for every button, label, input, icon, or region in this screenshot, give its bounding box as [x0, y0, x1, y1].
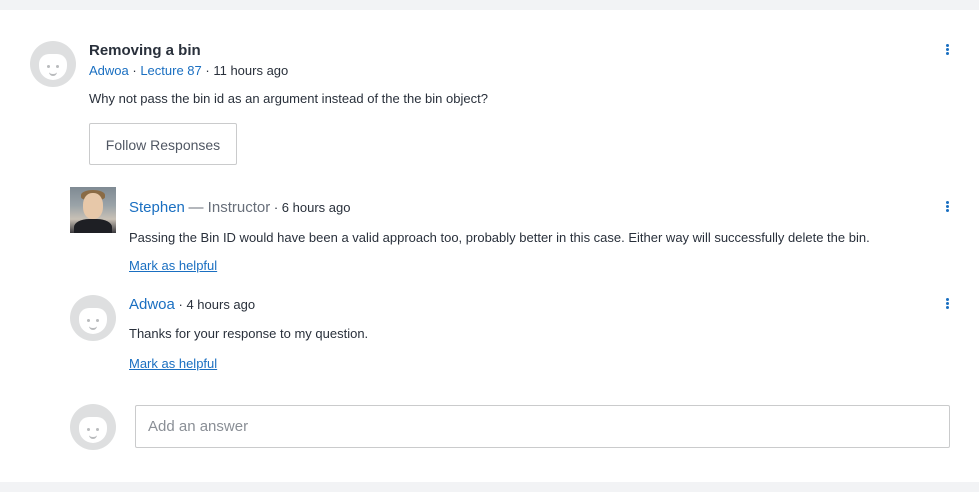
meta-separator: ·	[273, 200, 282, 215]
response-2-mark-helpful-link[interactable]: Mark as helpful	[129, 356, 217, 371]
response-2-body: Thanks for your response to my question.	[129, 326, 369, 341]
default-avatar-icon	[79, 308, 107, 334]
response-1-time: 6 hours ago	[281, 200, 351, 215]
response-2-author-avatar[interactable]	[70, 295, 116, 341]
question-body: Why not pass the bin id as an argument i…	[89, 91, 488, 106]
question-meta: Adwoa · Lecture 87 · 11 hours ago	[89, 63, 288, 78]
default-avatar-icon	[39, 54, 67, 80]
question-author-avatar[interactable]	[30, 41, 76, 87]
default-avatar-icon	[79, 417, 107, 443]
response-1-body: Passing the Bin ID would have been a val…	[129, 230, 870, 245]
response-2-time: 4 hours ago	[186, 297, 256, 312]
follow-responses-button[interactable]: Follow Responses	[89, 123, 237, 165]
response-1-author-link[interactable]: Stephen	[129, 199, 185, 216]
question-lecture-link[interactable]: Lecture 87	[140, 63, 201, 78]
question-time: 11 hours ago	[213, 63, 289, 78]
response-2-meta: Adwoa · 4 hours ago	[129, 296, 255, 313]
response-1-more-icon[interactable]	[946, 201, 950, 213]
response-1-mark-helpful-link[interactable]: Mark as helpful	[129, 258, 217, 273]
response-1-meta: Stephen — Instructor · 6 hours ago	[129, 199, 350, 216]
current-user-avatar	[70, 404, 116, 450]
question-more-icon[interactable]	[946, 44, 950, 56]
question-author-link[interactable]: Adwoa	[89, 63, 129, 78]
response-1-role: — Instructor	[188, 199, 271, 216]
response-2-more-icon[interactable]	[946, 298, 950, 310]
instructor-avatar[interactable]	[70, 187, 116, 233]
response-2-author-link[interactable]: Adwoa	[129, 296, 175, 313]
question-title[interactable]: Removing a bin	[89, 42, 201, 59]
add-answer-input[interactable]	[135, 405, 950, 448]
